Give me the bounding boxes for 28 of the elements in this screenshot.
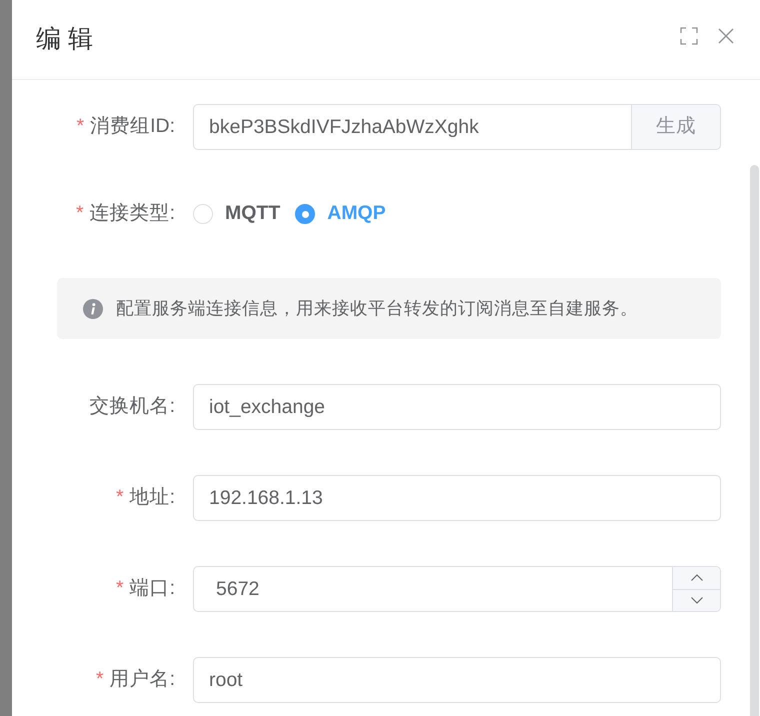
increment-button[interactable] <box>672 567 720 590</box>
dialog-title: 编 辑 <box>36 27 93 52</box>
required-asterisk: * <box>116 485 124 510</box>
text-input[interactable]: iot_exchange <box>193 384 721 430</box>
radio-button[interactable] <box>295 204 316 224</box>
chevron-down-icon <box>690 596 702 604</box>
required-asterisk: * <box>76 114 84 140</box>
fullscreen-icon[interactable] <box>680 26 698 44</box>
text-input[interactable]: root <box>193 657 721 703</box>
text-input[interactable]: bkeP3BSkdIVFJzhaAbWzXghk <box>193 104 632 150</box>
close-icon[interactable] <box>718 28 734 44</box>
field-label: 消费组ID: <box>90 114 175 140</box>
field-label: 端口: <box>130 576 175 602</box>
alert-text: 配置服务端连接信息，用来接收平台转发的订阅消息至自建服务。 <box>116 297 638 320</box>
field-label: 用户名: <box>110 667 175 692</box>
decrement-button[interactable] <box>672 590 720 611</box>
required-asterisk: * <box>116 576 124 602</box>
info-icon <box>83 298 103 318</box>
field-label: 连接类型: <box>90 201 175 226</box>
number-input[interactable]: 5672 <box>193 566 721 612</box>
required-asterisk: * <box>76 201 84 226</box>
chevron-up-icon <box>690 574 702 582</box>
scrollbar-thumb[interactable] <box>750 165 759 716</box>
text-input[interactable]: 192.168.1.13 <box>193 475 721 521</box>
field-label: 交换机名: <box>90 394 175 420</box>
field-label: 地址: <box>130 485 175 510</box>
required-asterisk: * <box>96 667 104 692</box>
radio-label[interactable]: MQTT <box>225 199 280 229</box>
